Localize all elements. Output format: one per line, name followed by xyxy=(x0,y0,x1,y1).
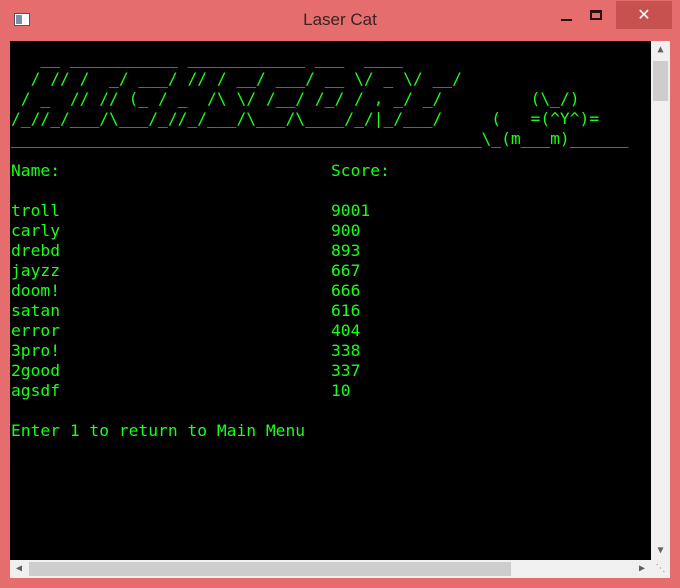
player-score: 404 xyxy=(331,321,361,340)
banner-line: ________________________________________… xyxy=(11,129,629,148)
player-name: satan xyxy=(11,301,61,320)
name-column-header: Name: xyxy=(11,161,61,180)
scroll-up-arrow-icon[interactable]: ▲ xyxy=(651,41,670,59)
banner-line: __ ___________ ____________ ___ ____ xyxy=(11,49,404,68)
player-name: 2good xyxy=(11,361,61,380)
player-score: 893 xyxy=(331,241,361,260)
scroll-left-arrow-icon[interactable]: ◀ xyxy=(10,560,28,578)
scroll-down-arrow-icon[interactable]: ▼ xyxy=(651,542,670,560)
maximize-button[interactable] xyxy=(585,4,609,28)
player-score: 666 xyxy=(331,281,361,300)
minimize-button[interactable] xyxy=(555,4,579,28)
banner-line: / _ // // (_ / _ /\ \/ /__/ /_/ / , _/ _… xyxy=(11,89,580,108)
player-score: 338 xyxy=(331,341,361,360)
player-name: jayzz xyxy=(11,261,61,280)
score-column-header: Score: xyxy=(331,161,390,180)
player-score: 9001 xyxy=(331,201,371,220)
player-score: 667 xyxy=(331,261,361,280)
player-name: troll xyxy=(11,201,61,220)
title-bar[interactable]: Laser Cat ✕ xyxy=(0,0,680,40)
player-score: 10 xyxy=(331,381,351,400)
banner-line: /_//_/___/\___/_//_/___/\___/\____/_/|_/… xyxy=(11,109,600,128)
player-name: 3pro! xyxy=(11,341,61,360)
console-window: Laser Cat ✕ __ ___________ ____________ … xyxy=(0,0,680,588)
vertical-scrollbar[interactable]: ▲ ▼ xyxy=(651,41,670,560)
resize-grip-icon[interactable]: ⋱ xyxy=(651,560,670,578)
maximize-icon xyxy=(590,10,602,20)
player-score: 337 xyxy=(331,361,361,380)
ascii-banner: __ ___________ ____________ ___ ____ / /… xyxy=(11,49,629,149)
scroll-right-arrow-icon[interactable]: ▶ xyxy=(633,560,651,578)
horizontal-scroll-thumb[interactable] xyxy=(29,562,511,576)
player-score: 900 xyxy=(331,221,361,240)
player-name: drebd xyxy=(11,241,61,260)
player-name: error xyxy=(11,321,61,340)
player-name: carly xyxy=(11,221,61,240)
banner-line: / // / _/ ___/ // / __/ ___/ __ \/ _ \/ … xyxy=(11,69,462,88)
close-icon: ✕ xyxy=(637,5,651,24)
horizontal-scrollbar[interactable]: ◀ ▶ xyxy=(10,560,651,578)
player-name: agsdf xyxy=(11,381,61,400)
vertical-scroll-thumb[interactable] xyxy=(653,61,668,101)
close-button[interactable]: ✕ xyxy=(616,1,672,29)
minimize-icon xyxy=(561,19,572,21)
player-name: doom! xyxy=(11,281,61,300)
menu-prompt: Enter 1 to return to Main Menu xyxy=(11,421,306,440)
player-score: 616 xyxy=(331,301,361,320)
console-output[interactable]: __ ___________ ____________ ___ ____ / /… xyxy=(10,41,651,560)
